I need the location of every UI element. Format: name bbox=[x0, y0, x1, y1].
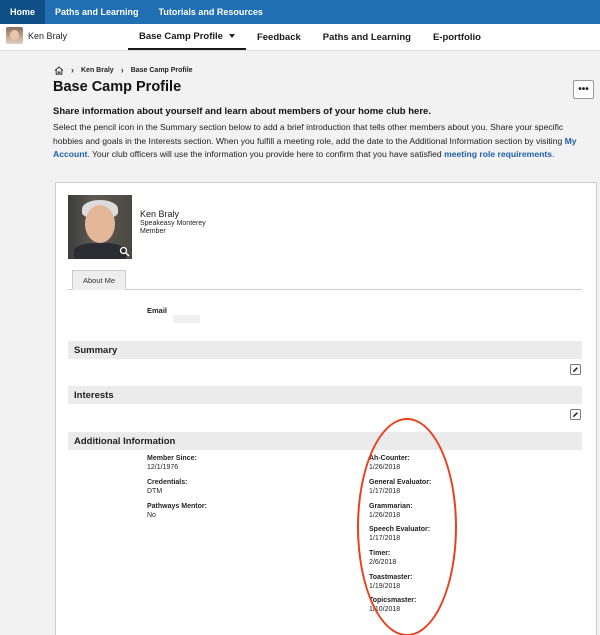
secondary-nav-bar: Ken Braly Base Camp Profile Feedback Pat… bbox=[0, 24, 600, 51]
user-menu[interactable]: Ken Braly bbox=[6, 27, 67, 44]
top-tab-tutorials-and-resources[interactable]: Tutorials and Resources bbox=[149, 0, 273, 24]
field-value: 12/1/1976 bbox=[147, 463, 179, 471]
nav-item-e-portfolio[interactable]: E-portfolio bbox=[422, 24, 492, 50]
additional-info-section-header: Additional Information bbox=[68, 432, 582, 450]
interests-section-header: Interests bbox=[68, 386, 582, 404]
field-label: Credentials: bbox=[147, 479, 188, 486]
intro-text-part: . bbox=[552, 149, 555, 159]
field-member-since: Member Since: 12/1/1976 bbox=[147, 455, 197, 472]
field-label: Member Since: bbox=[147, 455, 197, 462]
top-tab-home[interactable]: Home bbox=[0, 0, 46, 24]
pencil-icon bbox=[573, 412, 578, 417]
pencil-icon bbox=[573, 367, 578, 372]
field-label: Ah-Counter: bbox=[369, 455, 410, 462]
field-label: Pathways Mentor: bbox=[147, 503, 207, 510]
nav-items: Base Camp Profile Feedback Paths and Lea… bbox=[128, 24, 492, 51]
email-label: Email bbox=[147, 306, 168, 315]
profile-role: Member bbox=[140, 228, 166, 235]
more-options-button[interactable]: ••• bbox=[573, 80, 594, 99]
chevron-down-icon bbox=[228, 34, 235, 38]
chevron-right-icon: › bbox=[71, 65, 74, 75]
profile-photo[interactable] bbox=[68, 195, 132, 259]
interests-edit-button[interactable] bbox=[570, 409, 581, 420]
breadcrumb-item-current: Base Camp Profile bbox=[130, 66, 193, 74]
top-tab-paths-and-learning[interactable]: Paths and Learning bbox=[45, 0, 149, 24]
intro-text-part: Select the pencil icon in the Summary se… bbox=[53, 122, 565, 146]
field-value: 2/6/2018 bbox=[369, 558, 397, 566]
user-name: Ken Braly bbox=[28, 30, 68, 41]
meeting-role-requirements-link[interactable]: meeting role requirements bbox=[444, 149, 552, 159]
field-credentials: Credentials: DTM bbox=[147, 479, 187, 496]
field-timer: Timer: 2/6/2018 bbox=[369, 550, 396, 567]
breadcrumb-item-user[interactable]: Ken Braly bbox=[81, 67, 114, 74]
nav-item-base-camp-profile[interactable]: Base Camp Profile bbox=[128, 24, 246, 50]
top-nav-bar: Home Paths and Learning Tutorials and Re… bbox=[0, 0, 600, 24]
user-avatar bbox=[6, 27, 23, 44]
field-value: 1/10/2018 bbox=[369, 605, 401, 613]
email-value-redacted bbox=[173, 315, 200, 323]
chevron-right-icon: › bbox=[120, 65, 124, 75]
tab-about-me[interactable]: About Me bbox=[72, 270, 126, 290]
field-ah-counter: Ah-Counter: 1/26/2018 bbox=[369, 455, 410, 472]
summary-section-header: Summary bbox=[68, 341, 582, 359]
intro-heading: Share information about yourself and lea… bbox=[53, 106, 431, 117]
photo-face bbox=[85, 205, 115, 243]
intro-text: Select the pencil icon in the Summary se… bbox=[53, 121, 591, 162]
field-label: Speech Evaluator: bbox=[369, 526, 431, 533]
field-value: 1/26/2018 bbox=[369, 511, 401, 519]
field-label: Topicsmaster: bbox=[369, 597, 417, 604]
field-topicsmaster: Topicsmaster: 1/10/2018 bbox=[369, 597, 416, 614]
profile-name: Ken Braly bbox=[140, 209, 180, 219]
field-general-evaluator: General Evaluator: 1/17/2018 bbox=[369, 479, 431, 496]
field-value: 1/17/2018 bbox=[369, 487, 401, 495]
field-value: 1/19/2018 bbox=[369, 582, 401, 590]
field-pathways-mentor: Pathways Mentor: No bbox=[147, 503, 207, 520]
field-value: DTM bbox=[147, 487, 163, 495]
profile-club: Speakeasy Monterey bbox=[140, 220, 206, 227]
field-speech-evaluator: Speech Evaluator: 1/17/2018 bbox=[369, 526, 430, 543]
field-label: General Evaluator: bbox=[369, 479, 432, 486]
summary-edit-button[interactable] bbox=[570, 364, 581, 375]
field-label: Timer: bbox=[369, 550, 391, 557]
field-value: 1/17/2018 bbox=[369, 534, 401, 542]
profile-panel: Ken Braly Speakeasy Monterey Member Abou… bbox=[55, 182, 597, 635]
field-value: 1/26/2018 bbox=[369, 463, 401, 471]
nav-item-label: Base Camp Profile bbox=[139, 30, 223, 42]
nav-item-paths-and-learning[interactable]: Paths and Learning bbox=[312, 24, 422, 50]
field-label: Grammarian: bbox=[369, 503, 413, 510]
field-grammarian: Grammarian: 1/26/2018 bbox=[369, 503, 413, 520]
nav-item-feedback[interactable]: Feedback bbox=[246, 24, 312, 50]
field-label: Toastmaster: bbox=[369, 574, 413, 581]
zoom-icon[interactable] bbox=[119, 246, 130, 257]
profile-tabs: About Me bbox=[68, 270, 582, 290]
intro-text-part: . Your club officers will use the inform… bbox=[87, 149, 445, 159]
field-value: No bbox=[147, 511, 156, 519]
field-toastmaster: Toastmaster: 1/19/2018 bbox=[369, 574, 412, 591]
breadcrumb: › Ken Braly › Base Camp Profile bbox=[54, 65, 193, 75]
page-title: Base Camp Profile bbox=[53, 79, 182, 95]
home-icon[interactable] bbox=[54, 65, 64, 75]
